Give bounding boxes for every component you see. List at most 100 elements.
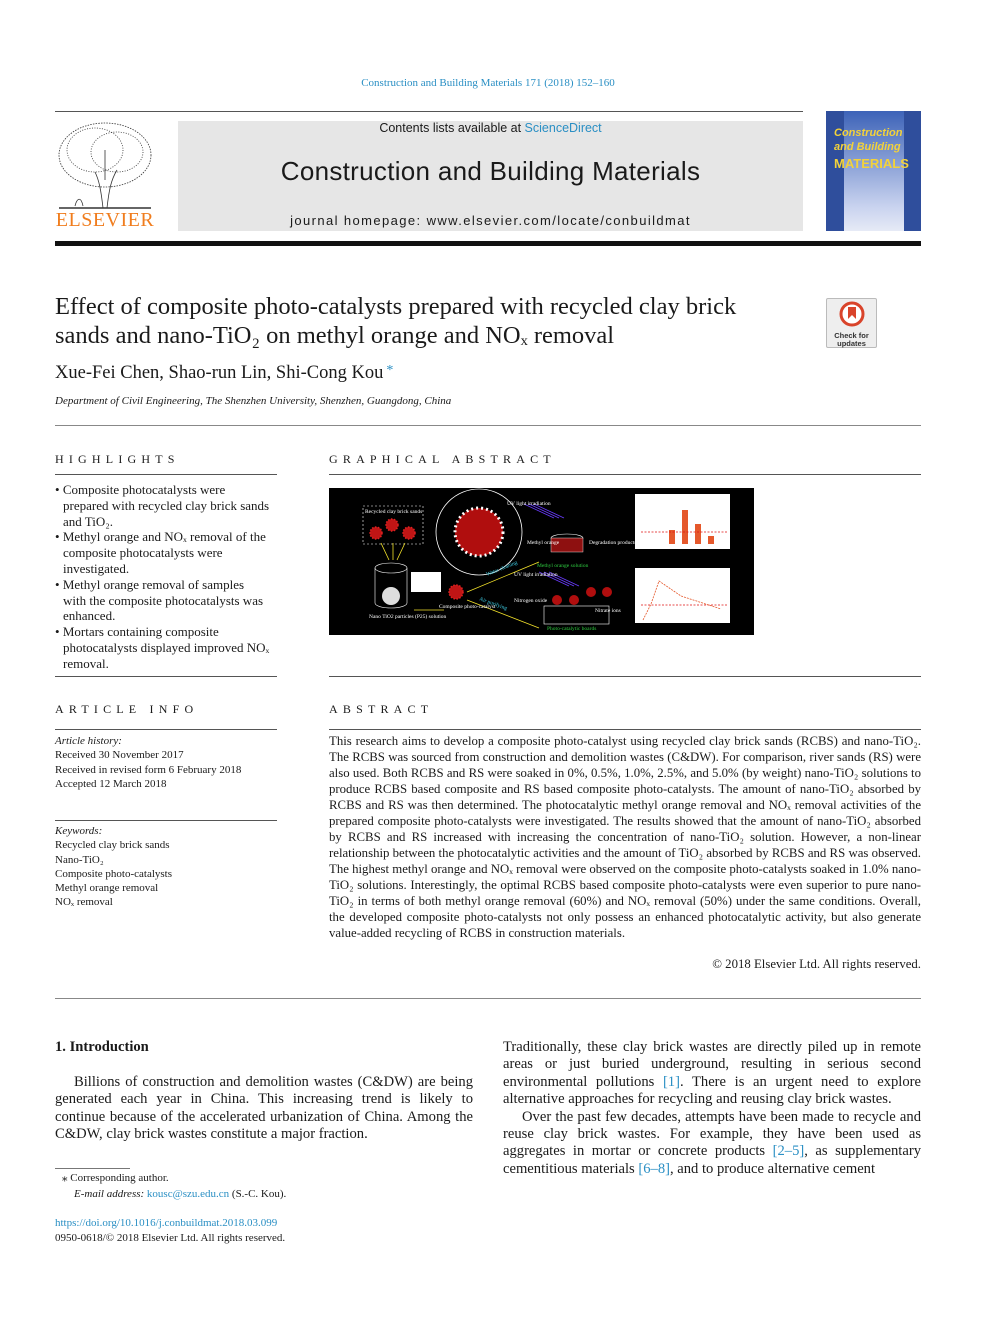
inset-chart xyxy=(411,572,441,592)
citation-link[interactable]: [2–5] xyxy=(773,1143,805,1159)
abstract-copyright: © 2018 Elsevier Ltd. All rights reserved… xyxy=(712,957,921,971)
ga-label: Nitrogen oxide xyxy=(514,598,548,604)
contents-prefix: Contents lists available at xyxy=(379,121,525,135)
footnote-mark: ⁎ xyxy=(62,1172,68,1184)
graphical-abstract-figure[interactable]: Recycled clay brick sands UV light irrad… xyxy=(329,488,754,635)
elsevier-tree-icon xyxy=(58,122,152,209)
highlight-item: • Mortars containing composite photocata… xyxy=(55,624,270,671)
citation-link[interactable]: [6–8] xyxy=(638,1161,670,1177)
composite-particle xyxy=(448,584,464,600)
highlight-text: Composite photocatalysts were prepared w… xyxy=(62,482,270,529)
corresponding-label: Corresponding author. xyxy=(70,1172,169,1184)
highlight-item: • Methyl orange and NOₓ removal of the c… xyxy=(55,529,266,576)
divider xyxy=(329,676,921,677)
ga-label: Photo-catalytic boards xyxy=(547,626,596,632)
check-for-updates-button[interactable]: Check for updates xyxy=(826,298,877,348)
divider xyxy=(55,111,803,112)
footnote: ⁎ Corresponding author. E-mail address: … xyxy=(62,1171,286,1202)
divider xyxy=(55,729,277,730)
highlights-heading: HIGHLIGHTS xyxy=(55,452,180,466)
divider xyxy=(55,474,277,475)
sand-particle xyxy=(385,518,399,532)
ga-label: UV light irradiation xyxy=(507,501,551,507)
ga-label: Methyl orange solution xyxy=(537,563,589,569)
keyword: Methyl orange removal xyxy=(55,882,159,895)
sand-particle xyxy=(402,526,416,540)
divider xyxy=(329,729,921,730)
issn-copyright: 0950-0618/© 2018 Elsevier Ltd. All right… xyxy=(55,1232,286,1244)
divider xyxy=(55,425,921,426)
paragraph: Billions of construction and demolition … xyxy=(55,1074,473,1143)
cover-title-line: MATERIALS xyxy=(834,156,909,171)
history-label: Article history: xyxy=(55,735,122,747)
title-line: sands and nano-TiO₂ on methyl orange and… xyxy=(55,322,615,349)
paragraph: Over the past few decades, attempts have… xyxy=(503,1109,921,1179)
elsevier-logo[interactable]: ELSEVIER xyxy=(55,120,155,232)
text-run: , and to produce alternative cement xyxy=(669,1160,876,1177)
divider xyxy=(55,676,277,677)
ga-label: Recycled clay brick sands xyxy=(365,509,422,515)
abstract-text: This research aims to develop a composit… xyxy=(329,734,921,940)
ga-label: UV light irradiation xyxy=(514,572,558,578)
intro-left-column: Billions of construction and demolition … xyxy=(55,1074,473,1144)
title-line: Effect of composite photo-catalysts prep… xyxy=(55,293,737,320)
journal-homepage-link[interactable]: journal homepage: www.elsevier.com/locat… xyxy=(178,213,803,228)
highlight-item: • Methyl orange removal of samples with … xyxy=(55,576,264,624)
graphical-abstract-heading: GRAPHICAL ABSTRACT xyxy=(329,452,556,466)
abstract-heading: ABSTRACT xyxy=(329,702,434,716)
keyword: Nano-TiO₂ xyxy=(55,853,104,866)
email-suffix: (S.-C. Kou). xyxy=(229,1187,287,1200)
article-title: Effect of composite photo-catalysts prep… xyxy=(55,292,815,350)
history-item: Accepted 12 March 2018 xyxy=(55,777,167,790)
contents-line: Contents lists available at ScienceDirec… xyxy=(178,121,803,135)
keywords: Keywords: Recycled clay brick sands Nano… xyxy=(55,824,172,910)
ga-label: Nitrate ions xyxy=(595,608,621,614)
cover-title-line: Construction xyxy=(834,127,903,139)
history-item: Received 30 November 2017 xyxy=(55,749,184,762)
sand-particle xyxy=(369,526,383,540)
email-label: E-mail address: xyxy=(74,1187,145,1200)
highlight-text: Methyl orange removal of samples with th… xyxy=(62,576,264,624)
citation-link[interactable]: [1] xyxy=(663,1074,680,1090)
author-names: Xue-Fei Chen, Shao-run Lin, Shi-Cong Kou xyxy=(55,363,384,383)
journal-reference-link[interactable]: Construction and Building Materials 171 … xyxy=(0,77,976,89)
keywords-label: Keywords: xyxy=(55,825,103,837)
beaker xyxy=(374,562,408,574)
email-link[interactable]: kousc@szu.edu.cn xyxy=(147,1188,229,1200)
keyword: NOₓ removal xyxy=(55,896,113,909)
keyword: Composite photo-catalysts xyxy=(55,867,173,880)
divider xyxy=(55,820,277,821)
tio2-particles xyxy=(382,587,400,605)
cover-title-line: and Building xyxy=(834,141,901,153)
highlight-item: • Composite photocatalysts were prepared… xyxy=(55,482,270,529)
affiliation: Department of Civil Engineering, The She… xyxy=(55,395,452,407)
history-item: Received in revised form 6 February 2018 xyxy=(55,763,242,776)
doi-link[interactable]: https://doi.org/10.1016/j.conbuildmat.20… xyxy=(55,1216,277,1232)
publisher-logo-text: ELSEVIER xyxy=(55,209,155,231)
journal-cover[interactable]: Construction and Building MATERIALS xyxy=(826,111,921,231)
highlight-text: Methyl orange and NOₓ removal of the com… xyxy=(62,529,266,576)
highlight-text: Mortars containing composite photocataly… xyxy=(62,624,270,671)
footnote-rule xyxy=(55,1168,130,1169)
intro-right-column: Traditionally, these clay brick wastes a… xyxy=(503,1039,921,1178)
badge-text: updates xyxy=(837,339,866,348)
ga-label: Methyl orange xyxy=(527,540,560,546)
check-updates-icon xyxy=(839,301,864,327)
highlights-list: • Composite photocatalysts were prepared… xyxy=(55,482,270,672)
header-thick-rule xyxy=(55,241,921,246)
authors: Xue-Fei Chen, Shao-run Lin, Shi-Cong Kou… xyxy=(55,363,393,384)
corresponding-author-link[interactable]: * xyxy=(386,363,393,378)
article-history: Article history: Received 30 November 20… xyxy=(55,734,241,791)
divider xyxy=(55,998,921,999)
sciencedirect-link[interactable]: ScienceDirect xyxy=(525,121,602,135)
article-info-heading: ARTICLE INFO xyxy=(55,702,199,716)
ga-label: Degradation products xyxy=(589,540,637,546)
paragraph: Traditionally, these clay brick wastes a… xyxy=(503,1039,921,1109)
divider xyxy=(329,474,921,475)
ga-label: Nano TiO2 particles (P25) solution xyxy=(369,613,447,620)
zoomed-particle xyxy=(453,506,505,558)
nox-chart xyxy=(635,568,730,623)
introduction-heading: 1. Introduction xyxy=(55,1039,149,1055)
journal-title: Construction and Building Materials xyxy=(280,156,701,186)
keyword: Recycled clay brick sands xyxy=(55,839,170,852)
